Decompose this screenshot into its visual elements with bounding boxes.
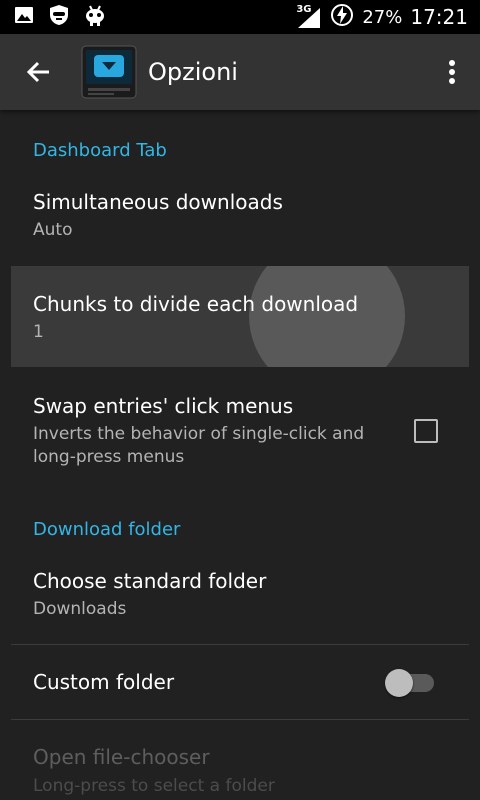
android-icon — [84, 4, 106, 30]
custom-folder-switch-thumb[interactable] — [385, 669, 413, 697]
pref-title: Choose standard folder — [33, 569, 267, 593]
image-icon — [14, 5, 34, 29]
app-download-icon — [80, 42, 138, 102]
pref-summary-line-1: Inverts the behavior of single-click and — [33, 424, 365, 444]
pref-summary: 1 — [33, 322, 44, 342]
pref-title: Chunks to divide each download — [33, 292, 359, 316]
pref-summary: Downloads — [33, 599, 127, 619]
pref-title: Simultaneous downloads — [33, 190, 283, 214]
signal-icon: 3G — [296, 4, 322, 28]
pref-title: Custom folder — [33, 670, 175, 694]
clock: 17:21 — [410, 5, 468, 29]
shield-face-icon — [48, 4, 70, 30]
section-header-download-folder: Download folder — [33, 519, 181, 540]
pref-summary-line-2: long-press menus — [33, 447, 185, 467]
pref-open-file-chooser: Open file-chooser Long-press to select a… — [0, 720, 480, 800]
pref-choose-standard-folder[interactable]: Choose standard folder Downloads — [0, 546, 480, 644]
pref-swap-click-menus[interactable]: Swap entries' click menus Inverts the be… — [0, 368, 480, 478]
back-arrow-icon — [26, 61, 49, 83]
pref-summary: Auto — [33, 220, 73, 240]
swap-menus-checkbox[interactable] — [414, 419, 438, 443]
pref-chunks-per-download[interactable]: Chunks to divide each download 1 — [0, 266, 480, 367]
app-bar: Opzioni — [0, 34, 480, 110]
battery-charging-icon — [330, 3, 354, 31]
preferences-list: Dashboard Tab Simultaneous downloads Aut… — [0, 110, 480, 800]
pref-simultaneous-downloads[interactable]: Simultaneous downloads Auto — [0, 166, 480, 266]
pref-summary: Long-press to select a folder — [33, 776, 275, 796]
section-header-dashboard-tab: Dashboard Tab — [33, 140, 167, 161]
battery-percent: 27% — [362, 6, 403, 28]
network-type: 3G — [296, 4, 312, 15]
overflow-menu-button[interactable] — [424, 34, 480, 110]
back-button[interactable] — [0, 34, 78, 110]
overflow-menu-icon — [449, 60, 455, 84]
pref-title: Swap entries' click menus — [33, 394, 294, 418]
page-title: Opzioni — [148, 58, 238, 86]
pref-title: Open file-chooser — [33, 745, 210, 769]
status-bar: 3G 27% 17:21 — [0, 0, 480, 34]
